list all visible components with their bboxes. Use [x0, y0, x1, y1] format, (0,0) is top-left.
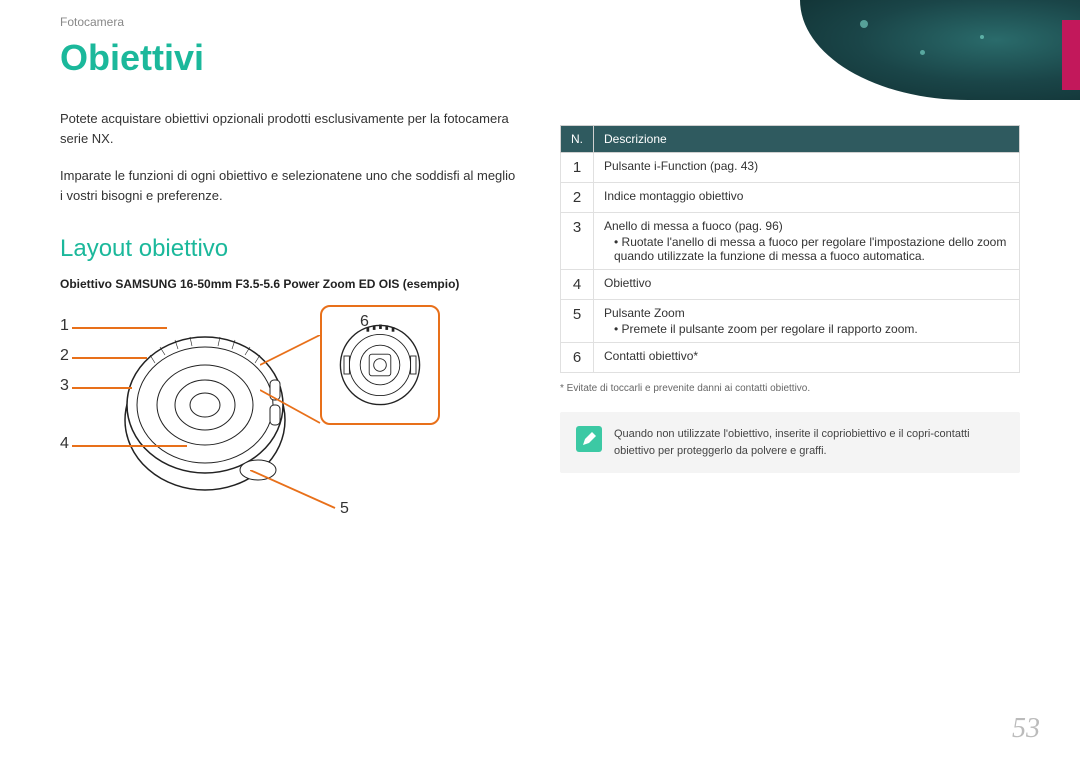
note-text: Quando non utilizzate l'obiettivo, inser… [614, 426, 1004, 459]
section-tab [1062, 20, 1080, 90]
note-box: Quando non utilizzate l'obiettivo, inser… [560, 412, 1020, 473]
callout-5: 5 [340, 500, 349, 518]
lens-caption: Obiettivo SAMSUNG 16-50mm F3.5-5.6 Power… [60, 277, 520, 291]
table-row: 1 Pulsante i-Function (pag. 43) [561, 153, 1020, 183]
page-title: Obiettivi [60, 37, 520, 79]
section-title: Layout obiettivo [60, 235, 520, 263]
table-row: 6 Contatti obiettivo* [561, 343, 1020, 373]
callout-4: 4 [60, 435, 69, 453]
page-number: 53 [1012, 713, 1040, 745]
callout-2: 2 [60, 347, 69, 365]
callout-6: 6 [360, 313, 369, 331]
callout-1: 1 [60, 317, 69, 335]
intro-paragraph-2: Imparate le funzioni di ogni obiettivo e… [60, 166, 520, 205]
callout-5-line [250, 470, 340, 510]
callout-3: 3 [60, 377, 69, 395]
intro-paragraph-1: Potete acquistare obiettivi opzionali pr… [60, 109, 520, 148]
table-row: 4 Obiettivo [561, 270, 1020, 300]
table-row: 2 Indice montaggio obiettivo [561, 183, 1020, 213]
footnote: * Evitate di toccarli e prevenite danni … [560, 383, 1020, 394]
table-header-desc: Descrizione [594, 126, 1020, 153]
description-table: N. Descrizione 1 Pulsante i-Function (pa… [560, 125, 1020, 373]
lens-diagram: 1 2 3 4 5 6 [60, 305, 440, 535]
lens-rear-illustration [320, 305, 440, 425]
table-row: 5 Pulsante Zoom• Premete il pulsante zoo… [561, 300, 1020, 343]
table-header-num: N. [561, 126, 594, 153]
pen-icon [576, 426, 602, 452]
table-row: 3 Anello di messa a fuoco (pag. 96)• Ruo… [561, 213, 1020, 270]
breadcrumb: Fotocamera [60, 15, 520, 29]
